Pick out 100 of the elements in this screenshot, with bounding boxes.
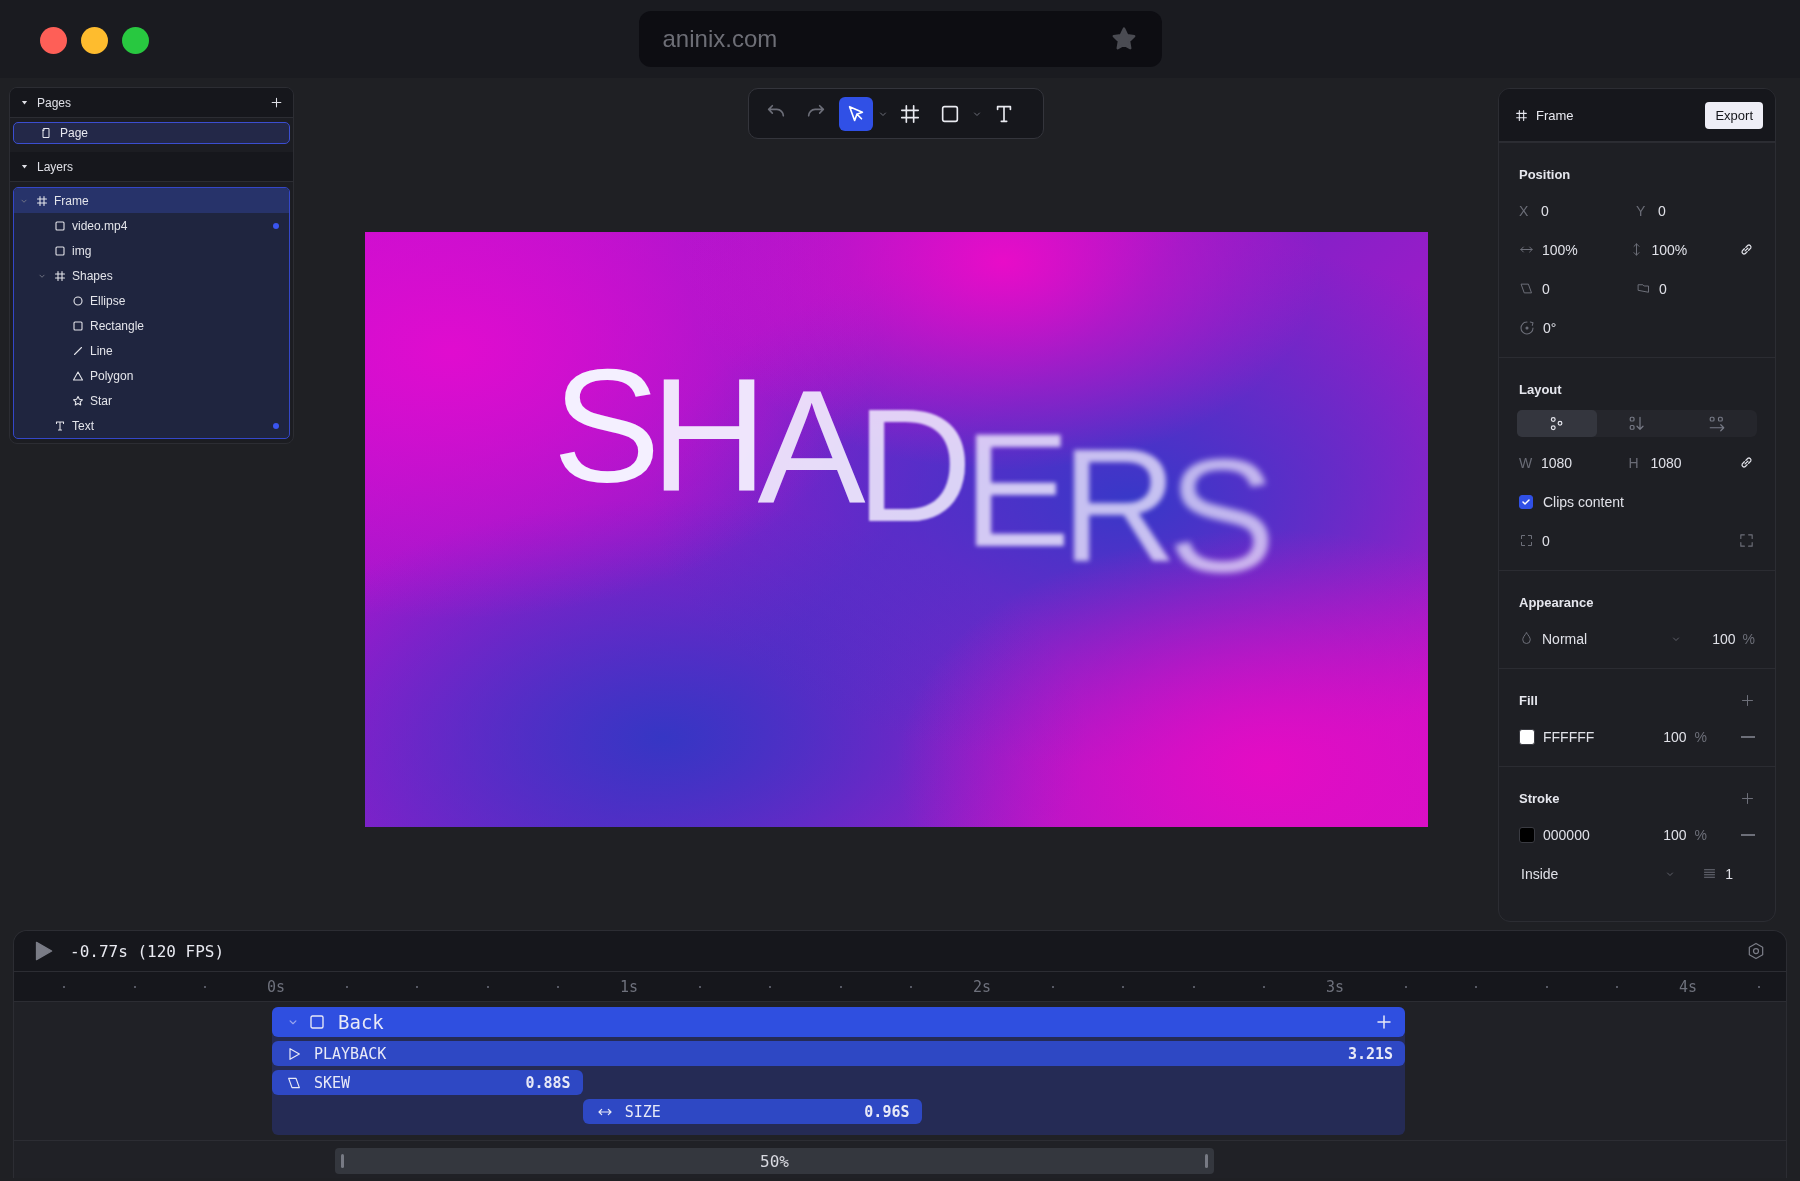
remove-icon[interactable] — [1741, 735, 1755, 738]
link-icon[interactable] — [1738, 241, 1755, 258]
field-label: H — [1628, 454, 1640, 471]
layer-item[interactable]: Polygon — [14, 363, 289, 388]
field-label: W — [1519, 454, 1533, 471]
field-value[interactable]: 0 — [1541, 202, 1549, 219]
field-value[interactable]: 100% — [1651, 241, 1688, 258]
section-title: Pages — [37, 95, 72, 110]
triangle-icon — [72, 369, 84, 382]
canvas-text: SHADERS — [551, 340, 1268, 607]
field-value[interactable]: 1080 — [1541, 454, 1573, 471]
close-button[interactable] — [40, 27, 67, 54]
square-icon — [54, 219, 66, 232]
animation-track-bar[interactable]: PLAYBACK 3.21S — [272, 1041, 1406, 1066]
color-value[interactable]: 000000 — [1543, 826, 1590, 843]
cursor-tool[interactable] — [839, 96, 873, 131]
field-value[interactable]: 0 — [1659, 280, 1667, 297]
corner-radius-icon — [1636, 281, 1651, 296]
field-value[interactable]: 100% — [1542, 241, 1578, 258]
address-bar[interactable]: aninix.com — [638, 11, 1162, 67]
section-title: Layers — [37, 159, 74, 174]
ruler-label: 2s — [973, 977, 992, 996]
free-layout-option[interactable] — [1517, 410, 1597, 437]
horizontal-layout-icon — [1708, 414, 1726, 433]
add-icon — [1740, 791, 1755, 806]
circle-icon — [72, 294, 84, 307]
layer-item[interactable]: Rectangle — [14, 313, 289, 338]
square-icon — [308, 1013, 326, 1031]
minimize-button[interactable] — [81, 27, 108, 54]
layer-item[interactable]: Text — [14, 413, 289, 438]
settings-icon[interactable] — [1746, 941, 1766, 961]
animation-track-bar[interactable]: SKEW 0.88S — [272, 1070, 583, 1095]
vertical-layout-icon — [1628, 414, 1646, 433]
section-title: Layout — [1519, 382, 1563, 399]
hash-icon — [899, 102, 921, 125]
layer-item[interactable]: Star — [14, 388, 289, 413]
ruler-label: 0s — [267, 977, 286, 996]
opacity-icon — [1519, 631, 1534, 646]
field-value[interactable]: 0° — [1543, 319, 1557, 336]
section-title: Position — [1519, 167, 1572, 184]
hash-icon — [36, 194, 48, 207]
text-icon — [54, 419, 66, 432]
square-icon — [54, 244, 66, 257]
field-label: X — [1519, 202, 1530, 219]
square-icon — [72, 319, 84, 332]
zoom-scrollbar[interactable]: 50% — [335, 1148, 1214, 1174]
track-group-bar[interactable]: Back — [272, 1007, 1406, 1037]
checkbox[interactable] — [1519, 494, 1533, 509]
color-swatch[interactable] — [1519, 728, 1535, 745]
unit-label: % — [1694, 826, 1707, 843]
ruler-label: 1s — [620, 977, 639, 996]
link-icon[interactable] — [1738, 454, 1755, 471]
ruler-label: 3s — [1325, 977, 1344, 996]
skew-icon — [1519, 281, 1534, 296]
export-button[interactable]: Export — [1705, 101, 1763, 129]
field-value[interactable]: 100 — [1663, 728, 1687, 745]
stroke-width-icon — [1702, 866, 1718, 881]
dropdown-value[interactable]: Normal — [1542, 630, 1588, 647]
add-icon — [1740, 693, 1755, 708]
field-value[interactable]: 0 — [1542, 280, 1550, 297]
caret-icon[interactable] — [20, 98, 29, 107]
layer-item[interactable]: Line — [14, 338, 289, 363]
time-readout: -0.77s (120 FPS) — [70, 941, 225, 961]
field-label: Y — [1636, 202, 1647, 219]
section-title: Fill — [1519, 693, 1755, 717]
dropdown-value[interactable]: Inside — [1521, 865, 1559, 882]
field-value[interactable]: 100 — [1663, 826, 1687, 843]
padding-icon — [1519, 533, 1534, 548]
zoom-button[interactable] — [122, 27, 149, 54]
page-item[interactable]: Page — [13, 122, 290, 144]
color-value[interactable]: FFFFFF — [1543, 728, 1595, 745]
panel-title: Frame — [1536, 107, 1574, 123]
keyframe-dot — [273, 222, 279, 229]
remove-icon[interactable] — [1741, 833, 1755, 836]
hash-icon — [54, 269, 66, 282]
page-icon — [40, 127, 52, 139]
ruler-label: 4s — [1678, 977, 1697, 996]
star-icon — [72, 394, 84, 407]
caret-icon[interactable] — [20, 162, 29, 171]
field-value[interactable]: 100 — [1712, 630, 1736, 647]
rotation-icon — [1519, 319, 1535, 336]
expand-padding-icon — [1738, 532, 1755, 549]
layer-item[interactable]: Ellipse — [14, 288, 289, 313]
unit-label: % — [1742, 630, 1755, 647]
section-title: Stroke — [1519, 791, 1755, 815]
field-value[interactable]: 1080 — [1650, 454, 1682, 471]
field-value[interactable]: 0 — [1658, 202, 1666, 219]
field-value[interactable]: 1 — [1725, 865, 1733, 882]
keyframe-dot — [273, 422, 279, 429]
play-icon — [286, 1045, 302, 1062]
section-title: Appearance — [1519, 595, 1595, 612]
add-icon[interactable] — [270, 96, 283, 109]
layer-item[interactable]: Frame — [14, 188, 289, 213]
field-value[interactable]: 0 — [1542, 532, 1550, 549]
layer-item[interactable]: Shapes — [14, 263, 289, 288]
color-swatch[interactable] — [1519, 826, 1535, 843]
line-icon — [72, 344, 84, 357]
layer-item[interactable]: img — [14, 238, 289, 263]
layer-item[interactable]: video.mp4 — [14, 213, 289, 238]
animation-track-bar[interactable]: SIZE 0.96S — [582, 1099, 922, 1124]
